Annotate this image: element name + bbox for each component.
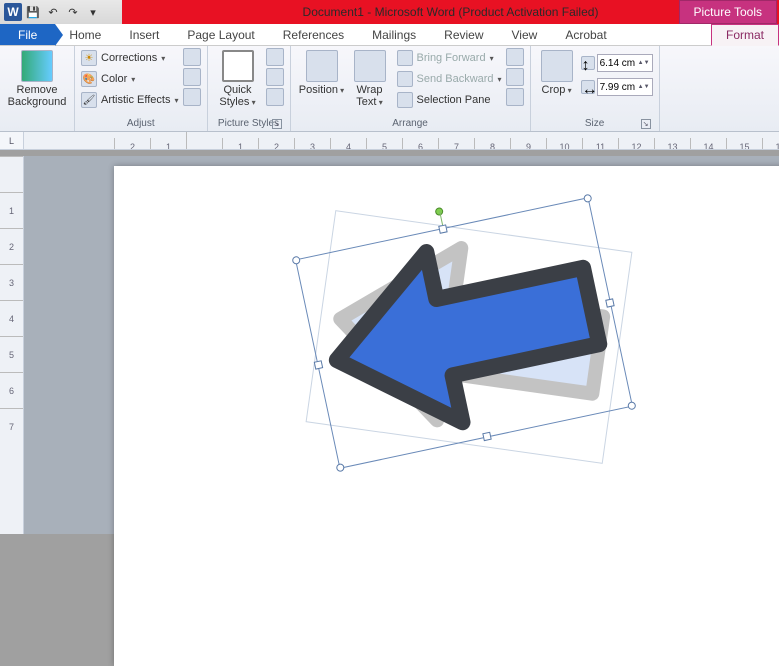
corrections-button[interactable]: Corrections	[81, 48, 179, 68]
position-label: Position	[299, 84, 344, 96]
selection-pane-icon	[397, 92, 413, 108]
bring-forward-label: Bring Forward	[417, 52, 486, 64]
shape-height-field[interactable]: ↕ 6.14 cm▲▼	[581, 54, 653, 72]
bring-forward-button[interactable]: Bring Forward	[397, 48, 502, 68]
color-icon	[81, 71, 97, 87]
tab-mailings[interactable]: Mailings	[358, 24, 430, 45]
artistic-effects-icon	[81, 92, 97, 108]
group-picture-styles: Quick Styles Picture Styles↘	[208, 46, 291, 131]
title-bar: W 💾 ↶ ↷ ▾ Document1 - Microsoft Word (Pr…	[0, 0, 779, 24]
tab-review[interactable]: Review	[430, 24, 497, 45]
group-remove-background: Remove Background	[0, 46, 75, 131]
quick-styles-icon	[222, 50, 254, 82]
redo-icon[interactable]: ↷	[64, 3, 82, 21]
remove-background-button[interactable]: Remove Background	[6, 48, 68, 110]
group-label-adjust: Adjust	[81, 117, 201, 131]
shape-width-field[interactable]: ↔ 7.99 cm▲▼	[581, 78, 653, 96]
position-button[interactable]: Position	[297, 48, 347, 98]
rotate-icon[interactable]	[506, 88, 524, 106]
quick-styles-button[interactable]: Quick Styles	[214, 48, 262, 111]
tab-home[interactable]: Home	[55, 24, 115, 45]
shape-height-value: 6.14 cm	[600, 58, 636, 69]
shape-width-value: 7.99 cm	[600, 82, 636, 93]
artistic-effects-button[interactable]: Artistic Effects	[81, 90, 179, 110]
group-size: Crop ↕ 6.14 cm▲▼ ↔ 7.99 cm▲▼ Size↘	[531, 46, 660, 131]
crop-icon	[541, 50, 573, 82]
wrap-text-button[interactable]: Wrap Text	[347, 48, 393, 111]
tab-insert[interactable]: Insert	[115, 24, 173, 45]
resize-handle-w[interactable]	[314, 360, 323, 369]
resize-handle-nw[interactable]	[291, 256, 300, 265]
bring-forward-icon	[397, 50, 413, 66]
tab-acrobat[interactable]: Acrobat	[551, 24, 620, 45]
save-icon[interactable]: 💾	[24, 3, 42, 21]
group-objects-icon[interactable]	[506, 68, 524, 86]
resize-handle-ne[interactable]	[583, 194, 592, 203]
width-icon: ↔	[581, 80, 595, 94]
remove-background-icon	[21, 50, 53, 82]
remove-background-label: Remove Background	[6, 84, 68, 108]
resize-handle-s[interactable]	[482, 432, 491, 441]
selection-pane-label: Selection Pane	[417, 94, 491, 106]
color-label: Color	[101, 73, 127, 85]
height-icon: ↕	[581, 56, 595, 70]
artistic-effects-label: Artistic Effects	[101, 94, 170, 106]
picture-tools-contextual-tab[interactable]: Picture Tools	[679, 0, 777, 24]
picture-border-icon[interactable]	[266, 48, 284, 66]
group-label-arrange: Arrange	[297, 117, 524, 131]
undo-icon[interactable]: ↶	[44, 3, 62, 21]
resize-handle-n[interactable]	[438, 224, 447, 233]
group-label-spacer	[6, 117, 68, 131]
send-backward-label: Send Backward	[417, 73, 494, 85]
crop-button[interactable]: Crop	[537, 48, 577, 98]
wrap-text-label: Wrap Text	[347, 84, 393, 109]
tab-references[interactable]: References	[269, 24, 358, 45]
resize-handle-sw[interactable]	[336, 463, 345, 472]
selection-pane-button[interactable]: Selection Pane	[397, 90, 502, 110]
crop-label: Crop	[542, 84, 572, 96]
ribbon: Remove Background Corrections Color Arti…	[0, 46, 779, 132]
tab-format[interactable]: Format	[711, 24, 779, 46]
ribbon-tabs: File Home Insert Page Layout References …	[0, 24, 779, 46]
tab-selector-icon[interactable]: L	[0, 132, 24, 149]
align-icon[interactable]	[506, 48, 524, 66]
document-page[interactable]	[114, 166, 779, 666]
group-adjust: Corrections Color Artistic Effects Adjus…	[75, 46, 208, 131]
reset-picture-icon[interactable]	[183, 88, 201, 106]
position-icon	[306, 50, 338, 82]
send-backward-button[interactable]: Send Backward	[397, 69, 502, 89]
corrections-icon	[81, 50, 97, 66]
change-picture-icon[interactable]	[183, 68, 201, 86]
resize-handle-e[interactable]	[605, 298, 614, 307]
height-spinner-icon[interactable]: ▲▼	[638, 60, 650, 66]
width-spinner-icon[interactable]: ▲▼	[638, 84, 650, 90]
compress-pictures-icon[interactable]	[183, 48, 201, 66]
qat-dropdown-icon[interactable]: ▾	[84, 3, 102, 21]
size-launcher-icon[interactable]: ↘	[641, 119, 651, 129]
word-app-icon[interactable]: W	[4, 3, 22, 21]
vertical-ruler[interactable]: 1234567	[0, 156, 24, 534]
picture-layout-icon[interactable]	[266, 88, 284, 106]
tab-file[interactable]: File	[0, 24, 55, 45]
picture-effects-icon[interactable]	[266, 68, 284, 86]
corrections-label: Corrections	[101, 52, 157, 64]
tab-view[interactable]: View	[498, 24, 552, 45]
wrap-text-icon	[354, 50, 386, 82]
color-button[interactable]: Color	[81, 69, 179, 89]
group-arrange: Position Wrap Text Bring Forward Send Ba…	[291, 46, 531, 131]
tab-page-layout[interactable]: Page Layout	[173, 24, 268, 45]
group-label-size: Size↘	[537, 117, 653, 131]
send-backward-icon	[397, 71, 413, 87]
document-workspace[interactable]	[24, 156, 779, 534]
quick-access-toolbar: W 💾 ↶ ↷ ▾	[0, 3, 106, 21]
ruler-scale-h: 21123456789101112131415161718	[24, 132, 779, 149]
group-label-picture-styles: Picture Styles↘	[214, 117, 284, 131]
picture-styles-launcher-icon[interactable]: ↘	[272, 119, 282, 129]
quick-styles-label: Quick Styles	[214, 84, 262, 109]
horizontal-ruler[interactable]: L 21123456789101112131415161718	[0, 132, 779, 150]
resize-handle-se[interactable]	[627, 401, 636, 410]
